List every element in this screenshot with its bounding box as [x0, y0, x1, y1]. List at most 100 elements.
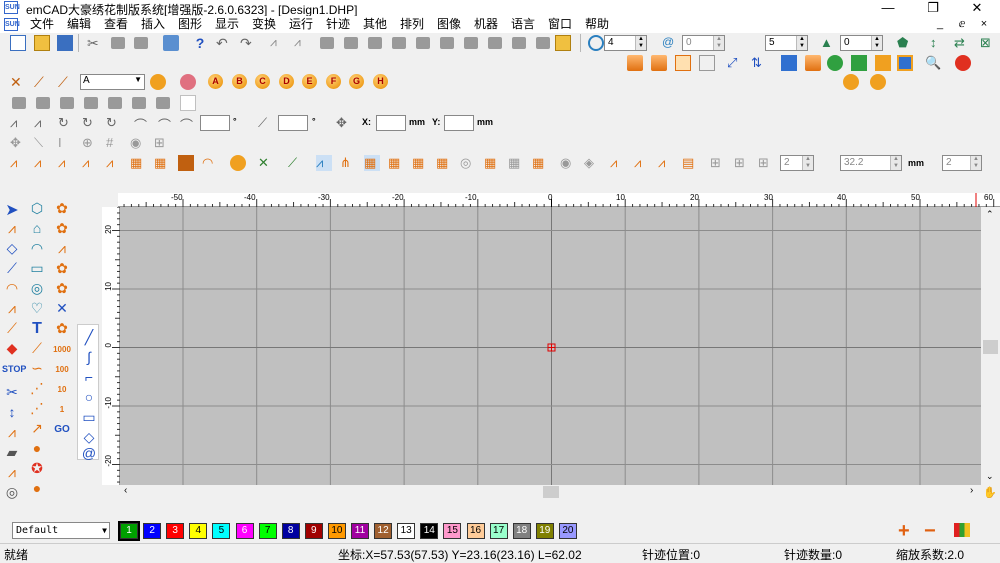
- circle-tool-icon[interactable]: ◎: [2, 484, 22, 504]
- orange-circle-icon[interactable]: [843, 74, 859, 90]
- horizontal-scrollbar[interactable]: ‹ ›: [120, 485, 981, 499]
- restore-button[interactable]: ❐: [910, 0, 956, 16]
- outline-icon[interactable]: [675, 55, 691, 71]
- color-swatch-14[interactable]: 14: [420, 523, 439, 539]
- menu-insert[interactable]: 插入: [141, 17, 165, 32]
- color-swatch-18[interactable]: 18: [512, 523, 531, 539]
- grid-small-icon[interactable]: ⊞: [154, 135, 170, 151]
- fill-icon[interactable]: [627, 55, 643, 71]
- letter-a-icon[interactable]: A: [208, 74, 223, 89]
- arc-icon[interactable]: ⌒: [180, 115, 196, 133]
- scroll-right-icon[interactable]: ›: [970, 485, 973, 496]
- color-swatch-9[interactable]: 9: [304, 523, 323, 539]
- style-select[interactable]: Default ▼: [12, 522, 110, 539]
- menu-view[interactable]: 查看: [104, 17, 128, 32]
- curve-icon[interactable]: ⩘: [10, 115, 26, 131]
- block-icon[interactable]: ⩘: [106, 155, 122, 171]
- wave2-icon[interactable]: ⩘: [610, 155, 626, 171]
- density-spinner[interactable]: 0 ▲ ▼: [682, 35, 725, 51]
- scissors-icon[interactable]: ✂: [2, 384, 22, 404]
- step-1000-button[interactable]: 1000: [52, 340, 72, 360]
- select-arrow-icon[interactable]: ➤: [2, 200, 22, 220]
- doc-close-button[interactable]: ×: [974, 17, 994, 32]
- tool-gray-icon[interactable]: [344, 37, 358, 49]
- eye-gray-icon[interactable]: ◉: [560, 155, 576, 171]
- grid-fill-icon[interactable]: ▦: [130, 155, 146, 171]
- tool-gray-icon[interactable]: [320, 37, 334, 49]
- pin-icon[interactable]: [230, 155, 246, 171]
- shape-edit-icon[interactable]: ◇: [2, 240, 22, 260]
- doc-minimize-button[interactable]: _: [930, 17, 950, 32]
- bee-icon[interactable]: ✿: [52, 200, 72, 220]
- spinner-arrows[interactable]: ▲ ▼: [635, 36, 646, 50]
- align-icon[interactable]: [84, 97, 98, 109]
- stitch-tool-icon[interactable]: ⩘: [2, 300, 22, 320]
- step-icon[interactable]: ↗: [27, 420, 47, 440]
- arc-tool-icon[interactable]: ◠: [2, 280, 22, 300]
- align-icon[interactable]: [156, 97, 170, 109]
- split-icon[interactable]: ⟍: [34, 135, 50, 151]
- ellipse-tool-icon[interactable]: ◎: [27, 280, 47, 300]
- step-10-button[interactable]: 10: [52, 380, 72, 400]
- bee2-icon[interactable]: ✿: [52, 220, 72, 240]
- gear-icon[interactable]: [870, 74, 886, 90]
- doc-restore-button[interactable]: ⅇ: [952, 17, 972, 32]
- zigzag-icon[interactable]: ⩘: [10, 155, 26, 171]
- flag-icon[interactable]: [851, 55, 867, 71]
- wave3-icon[interactable]: ⩘: [634, 155, 650, 171]
- grid-fill2-icon[interactable]: ▦: [154, 155, 170, 171]
- circle-fill-icon[interactable]: ◎: [460, 155, 476, 171]
- bezier-shape-icon[interactable]: ⌐: [79, 369, 99, 389]
- satin-icon[interactable]: ⩘: [34, 155, 50, 171]
- cut-icon[interactable]: ✂: [87, 35, 103, 51]
- color-swatch-5[interactable]: 5: [212, 523, 231, 539]
- jump-icon[interactable]: ⩘: [2, 424, 22, 444]
- rotate-icon[interactable]: ↻: [58, 115, 74, 131]
- vertical-scrollbar[interactable]: ⌃ ⌄: [981, 207, 1000, 485]
- angle1-input[interactable]: [200, 115, 230, 131]
- cols-spinner[interactable]: 2 ▲ ▼: [942, 155, 982, 171]
- menu-shape[interactable]: 图形: [178, 17, 202, 32]
- color-swatch-8[interactable]: 8: [281, 523, 300, 539]
- fill2-icon[interactable]: [651, 55, 667, 71]
- save-icon[interactable]: [57, 35, 73, 51]
- menu-other[interactable]: 其他: [363, 17, 387, 32]
- step-1-button[interactable]: 1: [52, 400, 72, 420]
- tool-gray-icon[interactable]: [512, 37, 526, 49]
- menu-edit[interactable]: 编辑: [67, 17, 91, 32]
- bee5-icon[interactable]: ✿: [52, 320, 72, 340]
- shape-fill-icon[interactable]: ⋔: [340, 155, 356, 171]
- spinner-arrows[interactable]: ▲ ▼: [802, 156, 813, 170]
- new-file-icon[interactable]: [10, 35, 26, 51]
- tool-gray-icon[interactable]: [440, 37, 454, 49]
- fill-pattern6-icon[interactable]: ▦: [508, 155, 524, 171]
- grid-gray-icon[interactable]: ⊞: [710, 155, 726, 171]
- align-icon[interactable]: [108, 97, 122, 109]
- fill-pattern3-icon[interactable]: ▦: [412, 155, 428, 171]
- align-icon[interactable]: [12, 97, 26, 109]
- menu-run[interactable]: 运行: [289, 17, 313, 32]
- outline-gray-icon[interactable]: [699, 55, 715, 71]
- line-tool-icon[interactable]: ⟋: [27, 340, 47, 360]
- tool-gray-icon[interactable]: [368, 37, 382, 49]
- stitch-sim2-icon[interactable]: ⩘: [294, 35, 310, 51]
- pattern-icon[interactable]: [805, 55, 821, 71]
- eye-icon[interactable]: ◉: [130, 135, 146, 151]
- line-shape-icon[interactable]: ╱: [79, 329, 99, 349]
- step-100-button[interactable]: 100: [52, 360, 72, 380]
- color-swatch-12[interactable]: 12: [374, 523, 393, 539]
- color-swatch-15[interactable]: 15: [443, 523, 462, 539]
- tool-gray-icon[interactable]: [416, 37, 430, 49]
- cross-green-icon[interactable]: ✕: [258, 155, 274, 171]
- cube-icon[interactable]: ◆: [2, 340, 22, 360]
- color-swatch-4[interactable]: 4: [189, 523, 208, 539]
- tatami-icon[interactable]: [178, 155, 194, 171]
- column-icon[interactable]: ⩘: [82, 155, 98, 171]
- bend-icon[interactable]: ⌒: [134, 115, 150, 133]
- tool-gray-icon[interactable]: [488, 37, 502, 49]
- rotate3-icon[interactable]: ↻: [106, 115, 122, 131]
- menu-help[interactable]: 帮助: [585, 17, 609, 32]
- color-swatch-6[interactable]: 6: [235, 523, 254, 539]
- menu-arrange[interactable]: 排列: [400, 17, 424, 32]
- letter-e-icon[interactable]: E: [302, 74, 317, 89]
